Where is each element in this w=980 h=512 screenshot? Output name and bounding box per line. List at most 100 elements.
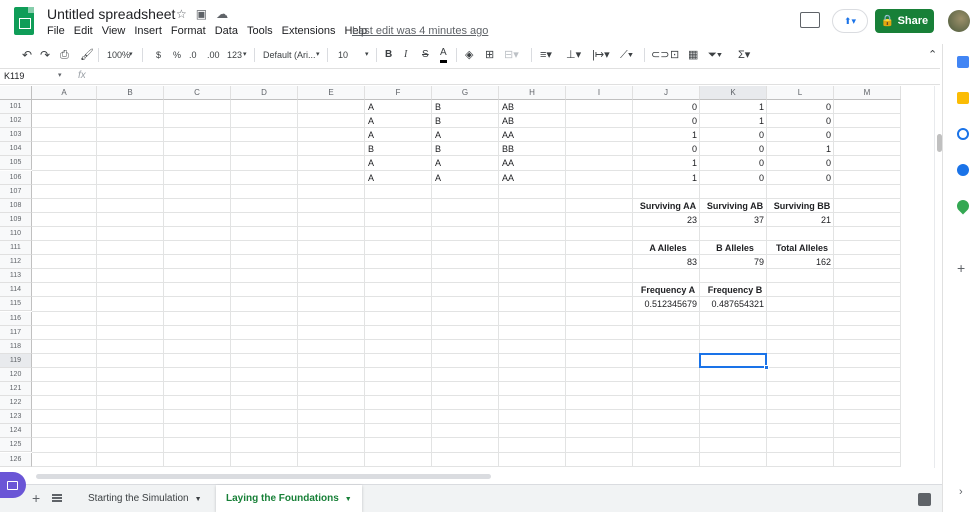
menu-file[interactable]: File bbox=[47, 25, 65, 37]
text-wrap-icon[interactable]: |↦▾ bbox=[592, 44, 610, 66]
paint-format-icon[interactable]: 🖌 bbox=[80, 44, 94, 66]
tasks-icon[interactable] bbox=[957, 128, 969, 140]
keep-icon[interactable] bbox=[957, 92, 969, 104]
row-header-122[interactable]: 122 bbox=[0, 396, 32, 411]
vertical-scrollbar[interactable] bbox=[934, 86, 942, 468]
row-header-113[interactable]: 113 bbox=[0, 269, 32, 284]
column-header-e[interactable]: E bbox=[298, 86, 365, 100]
cell-g102[interactable]: B bbox=[432, 114, 499, 128]
row-header-120[interactable]: 120 bbox=[0, 367, 32, 382]
hide-side-panel-icon[interactable]: › bbox=[959, 486, 963, 498]
horizontal-align-icon[interactable]: ≡▾ bbox=[540, 44, 552, 66]
strikethrough-button[interactable]: S bbox=[422, 44, 429, 66]
zoom-select[interactable]: 100% bbox=[107, 44, 130, 66]
cell-f104[interactable]: B bbox=[365, 142, 432, 156]
vertical-align-icon[interactable]: ⊥▾ bbox=[566, 44, 581, 66]
cell-j114[interactable]: Frequency A bbox=[633, 283, 700, 297]
row-header-112[interactable]: 112 bbox=[0, 255, 32, 270]
get-addons-icon[interactable]: + bbox=[957, 260, 965, 276]
row-header-111[interactable]: 111 bbox=[0, 241, 32, 255]
text-color-button[interactable]: A bbox=[440, 44, 447, 63]
sheet-tab-laying-the-foundations[interactable]: Laying the Foundations ▼ bbox=[216, 485, 362, 512]
cell-f103[interactable]: A bbox=[365, 128, 432, 142]
row-header-106[interactable]: 106 bbox=[0, 170, 32, 185]
cell-g103[interactable]: A bbox=[432, 128, 499, 142]
bold-button[interactable]: B bbox=[385, 44, 392, 66]
cell-j101[interactable]: 0 bbox=[633, 100, 700, 114]
cell-j108[interactable]: Surviving AA bbox=[633, 199, 700, 213]
horizontal-scroll-thumb[interactable] bbox=[36, 474, 491, 479]
add-sheet-icon[interactable]: + bbox=[32, 491, 40, 505]
cell-l102[interactable]: 0 bbox=[767, 114, 834, 128]
column-header-h[interactable]: H bbox=[499, 86, 566, 100]
sheet-tab-starting-the-simulation[interactable]: Starting the Simulation ▼ bbox=[78, 485, 212, 512]
cell-j104[interactable]: 0 bbox=[633, 142, 700, 156]
column-header-b[interactable]: B bbox=[97, 86, 164, 100]
row-header-101[interactable]: 101 bbox=[0, 100, 32, 114]
all-sheets-icon[interactable] bbox=[52, 494, 62, 502]
cloud-status-icon[interactable]: ☁ bbox=[216, 7, 228, 21]
cell-k104[interactable]: 0 bbox=[700, 142, 767, 156]
font-size-select[interactable]: 10 bbox=[338, 44, 348, 66]
functions-icon[interactable]: Σ▾ bbox=[738, 44, 750, 66]
cell-k112[interactable]: 79 bbox=[700, 255, 767, 269]
menu-tools[interactable]: Tools bbox=[247, 25, 273, 37]
cell-l112[interactable]: 162 bbox=[767, 255, 834, 269]
menu-data[interactable]: Data bbox=[215, 25, 238, 37]
cell-h102[interactable]: AB bbox=[499, 114, 566, 128]
column-header-l[interactable]: L bbox=[767, 86, 834, 100]
cell-k102[interactable]: 1 bbox=[700, 114, 767, 128]
text-rotate-icon[interactable]: ⟋▾ bbox=[620, 44, 633, 66]
font-dropdown-icon[interactable]: ▾ bbox=[316, 44, 320, 66]
row-header-104[interactable]: 104 bbox=[0, 142, 32, 157]
cell-l109[interactable]: 21 bbox=[767, 213, 834, 227]
column-header-a[interactable]: A bbox=[32, 86, 97, 100]
document-title[interactable]: Untitled spreadsheet bbox=[47, 6, 175, 22]
row-header-109[interactable]: 109 bbox=[0, 212, 32, 227]
cell-k109[interactable]: 37 bbox=[700, 213, 767, 227]
row-header-110[interactable]: 110 bbox=[0, 226, 32, 241]
comment-history-icon[interactable] bbox=[800, 12, 820, 28]
explore-icon[interactable] bbox=[918, 493, 931, 506]
meet-video-icon[interactable] bbox=[0, 472, 26, 498]
row-header-116[interactable]: 116 bbox=[0, 311, 32, 326]
cell-k105[interactable]: 0 bbox=[700, 156, 767, 170]
cell-l105[interactable]: 0 bbox=[767, 156, 834, 170]
insert-link-icon[interactable]: ⊂⊃ bbox=[651, 44, 669, 66]
cell-f101[interactable]: A bbox=[365, 100, 432, 114]
row-header-108[interactable]: 108 bbox=[0, 198, 32, 213]
cell-f105[interactable]: A bbox=[365, 156, 432, 170]
collapse-toolbar-icon[interactable]: ⌃ bbox=[928, 44, 937, 66]
row-header-118[interactable]: 118 bbox=[0, 339, 32, 354]
cell-l108[interactable]: Surviving BB bbox=[767, 199, 834, 213]
percent-format-button[interactable]: % bbox=[173, 44, 181, 66]
cell-h103[interactable]: AA bbox=[499, 128, 566, 142]
merge-cells-icon[interactable]: ⊟▾ bbox=[504, 44, 519, 66]
row-header-123[interactable]: 123 bbox=[0, 410, 32, 425]
cell-k114[interactable]: Frequency B bbox=[700, 283, 767, 297]
cell-l104[interactable]: 1 bbox=[767, 142, 834, 156]
cell-k101[interactable]: 1 bbox=[700, 100, 767, 114]
name-box-dropdown-icon[interactable]: ▾ bbox=[58, 71, 62, 79]
cell-h101[interactable]: AB bbox=[499, 100, 566, 114]
cell-k106[interactable]: 0 bbox=[700, 171, 767, 185]
last-edit-link[interactable]: Last edit was 4 minutes ago bbox=[352, 25, 488, 37]
menu-edit[interactable]: Edit bbox=[74, 25, 93, 37]
calendar-icon[interactable] bbox=[957, 56, 969, 68]
menu-insert[interactable]: Insert bbox=[134, 25, 162, 37]
cell-f102[interactable]: A bbox=[365, 114, 432, 128]
cell-g101[interactable]: B bbox=[432, 100, 499, 114]
selected-cell-k119[interactable] bbox=[699, 352, 767, 368]
cell-f106[interactable]: A bbox=[365, 171, 432, 185]
row-header-107[interactable]: 107 bbox=[0, 184, 32, 199]
fill-handle[interactable] bbox=[764, 364, 769, 370]
zoom-dropdown-icon[interactable]: ▾ bbox=[129, 44, 133, 66]
cell-j115[interactable]: 0.512345679 bbox=[633, 297, 700, 311]
contacts-icon[interactable] bbox=[957, 164, 969, 176]
column-header-m[interactable]: M bbox=[834, 86, 901, 100]
more-formats-button[interactable]: 123 bbox=[227, 44, 242, 66]
borders-icon[interactable]: ⊞ bbox=[485, 44, 494, 66]
cell-h106[interactable]: AA bbox=[499, 171, 566, 185]
font-size-dropdown-icon[interactable]: ▾ bbox=[365, 44, 369, 66]
print-icon[interactable]: ⎙ bbox=[60, 44, 69, 66]
